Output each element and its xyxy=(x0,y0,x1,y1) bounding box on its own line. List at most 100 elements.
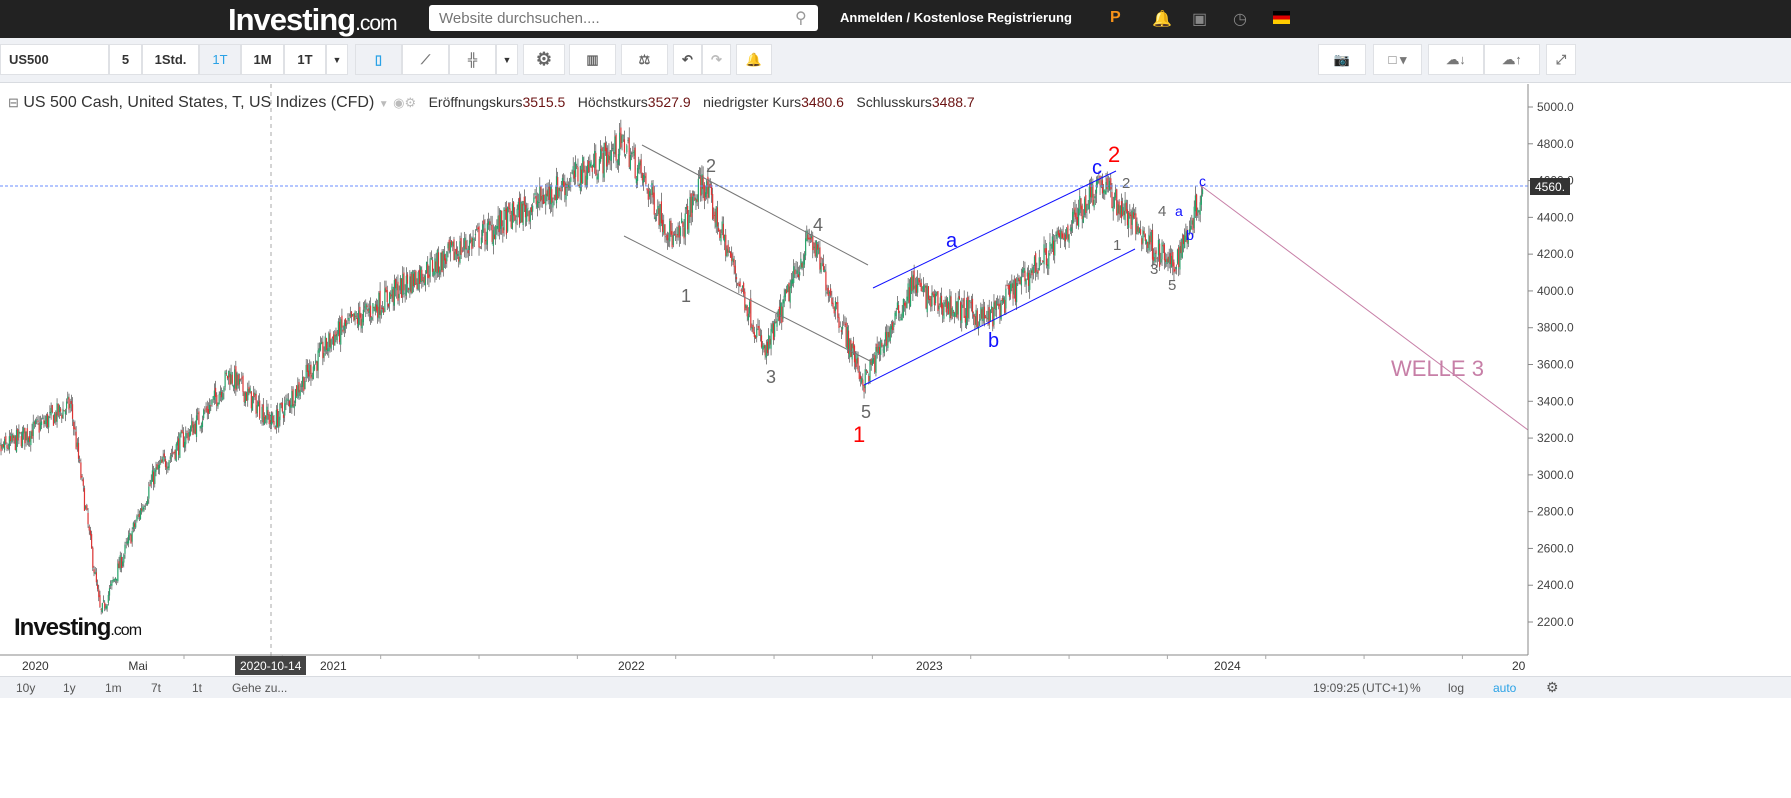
candle-down xyxy=(498,215,500,233)
candle-up xyxy=(902,299,904,317)
bar-chart-icon[interactable]: ╬ xyxy=(449,44,496,75)
percent-toggle[interactable]: % xyxy=(1410,681,1421,695)
price-chart[interactable]: 2 1 3 4 5 1 a b c 2 2 1 4 3 5 a b c WELL… xyxy=(0,84,1791,676)
interval-1h[interactable]: 1Std. xyxy=(142,44,199,75)
auto-toggle[interactable]: auto xyxy=(1493,681,1516,695)
indicators-icon[interactable]: ▥ xyxy=(569,44,616,75)
log-toggle[interactable]: log xyxy=(1448,681,1464,695)
interval-5[interactable]: 5 xyxy=(109,44,142,75)
range-1t[interactable]: 1t xyxy=(192,681,202,695)
wave-label-big-1[interactable]: 1 xyxy=(853,422,865,447)
area-chart-icon[interactable]: ⟋ xyxy=(402,44,449,75)
candle-up xyxy=(442,251,444,271)
blue-channel-upper[interactable] xyxy=(872,170,1117,289)
candle-down xyxy=(298,382,300,393)
candle-down xyxy=(24,427,26,444)
cloud-download-icon[interactable]: ☁↓ xyxy=(1428,44,1484,75)
undo-icon[interactable]: ↶ xyxy=(673,44,702,75)
subwave-label-5[interactable]: 5 xyxy=(1168,277,1176,294)
layout-color-icon[interactable]: □ ▾ xyxy=(1373,44,1422,75)
subwave-label-a[interactable]: a xyxy=(1175,203,1183,219)
compare-scale-icon[interactable]: ⚖ xyxy=(621,44,668,75)
candle-up xyxy=(1056,230,1058,239)
camera-icon[interactable]: 📷 xyxy=(1318,44,1366,75)
goto-date[interactable]: Gehe zu... xyxy=(232,681,287,695)
instrument-title[interactable]: US 500 Cash, United States, T, US Indize… xyxy=(23,94,374,111)
range-7t[interactable]: 7t xyxy=(151,681,161,695)
high-value: 3527.9 xyxy=(647,94,691,110)
wave-label-3[interactable]: 3 xyxy=(766,367,776,387)
fullscreen-icon[interactable]: ⤢ xyxy=(1546,44,1576,75)
redo-icon[interactable]: ↷ xyxy=(702,44,731,75)
login-link[interactable]: Anmelden xyxy=(840,10,903,25)
range-1m[interactable]: 1m xyxy=(105,681,122,695)
subwave-label-4[interactable]: 4 xyxy=(1158,203,1166,220)
subwave-label-b[interactable]: b xyxy=(1186,227,1194,243)
settings-gear-icon[interactable]: ⚙ xyxy=(523,44,565,75)
candle-up xyxy=(480,237,483,245)
wave-label-a[interactable]: a xyxy=(946,230,958,252)
candle-down xyxy=(577,167,579,182)
search-input[interactable] xyxy=(429,5,818,31)
candle-up xyxy=(168,460,170,468)
candle-up xyxy=(193,424,195,433)
candle-down xyxy=(272,415,274,422)
interval-1m[interactable]: 1M xyxy=(241,44,284,75)
subwave-label-c[interactable]: c xyxy=(1199,173,1206,189)
candle-down xyxy=(615,134,617,161)
candle-up xyxy=(1193,206,1195,229)
cloud-upload-icon[interactable]: ☁↑ xyxy=(1484,44,1540,75)
charttype-dropdown-icon[interactable]: ▼ xyxy=(496,44,518,75)
wave-label-b[interactable]: b xyxy=(988,330,999,352)
subwave-label-1[interactable]: 1 xyxy=(1113,237,1121,254)
candle-down xyxy=(262,404,264,423)
candle-down xyxy=(87,512,89,525)
register-link[interactable]: Kostenlose Registrierung xyxy=(914,10,1072,25)
portfolio-icon[interactable]: ▣ xyxy=(1192,9,1207,29)
range-10y[interactable]: 10y xyxy=(16,681,35,695)
alert-add-icon[interactable]: 🔔 xyxy=(736,44,772,75)
german-flag-icon[interactable] xyxy=(1273,11,1290,24)
investing-logo[interactable]: Investing.com xyxy=(228,2,398,38)
x-tick-label: 2020 xyxy=(22,659,49,673)
collapse-icon[interactable]: ⊟ xyxy=(8,95,19,110)
clock-icon[interactable]: ◷ xyxy=(1233,9,1247,29)
wave-label-c[interactable]: c xyxy=(1092,157,1102,179)
symbol-field[interactable]: US500 xyxy=(0,44,109,75)
candle-up xyxy=(934,293,937,304)
candle-down xyxy=(844,324,846,325)
candle-up xyxy=(176,440,179,446)
range-1y[interactable]: 1y xyxy=(63,681,76,695)
gray-channel-upper[interactable] xyxy=(641,144,869,266)
wave-label-1[interactable]: 1 xyxy=(681,286,691,306)
wave-label-4[interactable]: 4 xyxy=(813,215,823,235)
interval-1t[interactable]: 1T xyxy=(284,44,326,75)
blue-channel-lower[interactable] xyxy=(863,248,1136,386)
candle-up xyxy=(572,166,574,175)
subwave-label-3[interactable]: 3 xyxy=(1150,261,1158,278)
wave-label-2[interactable]: 2 xyxy=(706,156,716,176)
timezone[interactable]: (UTC+1) xyxy=(1362,681,1408,695)
candle-down xyxy=(809,237,811,240)
welle-3-label[interactable]: WELLE 3 xyxy=(1391,356,1484,381)
bell-icon[interactable]: 🔔 xyxy=(1152,9,1172,29)
wave-label-5[interactable]: 5 xyxy=(861,402,871,422)
welle3-projection-line[interactable] xyxy=(1199,184,1529,431)
settings-gear-icon[interactable]: ⚙ xyxy=(1546,679,1559,696)
subwave-label-2[interactable]: 2 xyxy=(1122,175,1130,192)
search-icon[interactable]: ⚲ xyxy=(795,8,807,28)
title-dropdown-icon[interactable]: ▼ xyxy=(379,99,389,110)
interval-1d[interactable]: 1T xyxy=(199,44,241,75)
pro-icon[interactable]: P xyxy=(1110,9,1121,27)
candle-up xyxy=(684,213,686,237)
interval-dropdown-icon[interactable]: ▼ xyxy=(326,44,348,75)
candlestick-icon[interactable]: ▯ xyxy=(355,44,402,75)
visibility-icon[interactable]: ◉⚙ xyxy=(393,95,416,110)
wave-label-big-2[interactable]: 2 xyxy=(1108,142,1120,167)
gray-channel-lower[interactable] xyxy=(623,235,873,363)
candle-up xyxy=(324,336,326,352)
candle-up xyxy=(592,163,595,168)
candle-up xyxy=(1077,208,1080,227)
candle-up xyxy=(1079,196,1081,214)
candle-down xyxy=(1006,284,1008,286)
